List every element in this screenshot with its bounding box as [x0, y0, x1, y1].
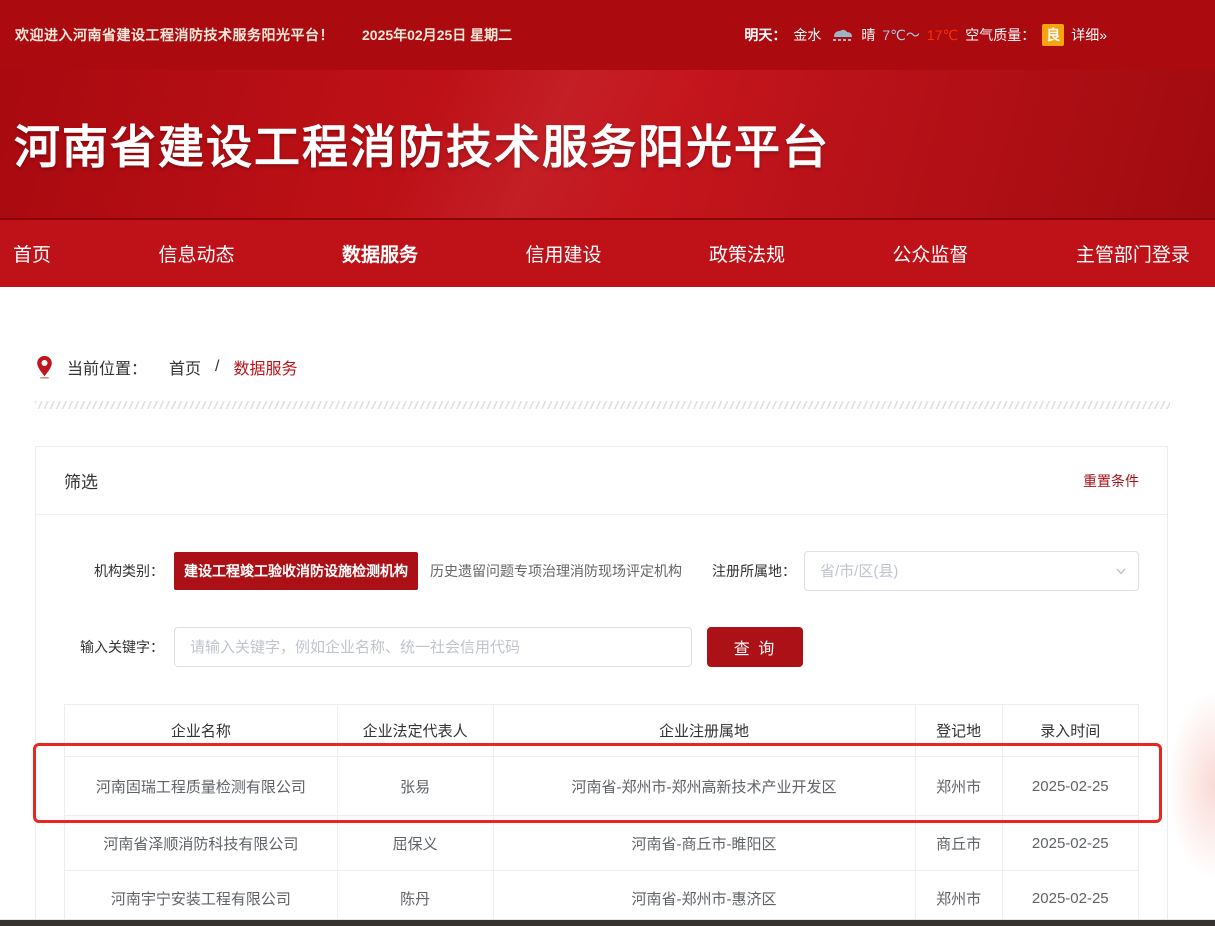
temp-high: 17℃	[927, 27, 958, 44]
region-filter-group: 注册所属地：	[712, 551, 1139, 591]
category-option-selected[interactable]: 建设工程竣工验收消防设施检测机构	[174, 552, 418, 590]
filter-row-category: 机构类别： 建设工程竣工验收消防设施检测机构 历史遗留问题专项治理消防现场评定机…	[64, 551, 1139, 591]
cell-registry-city: 郑州市	[915, 757, 1002, 816]
region-label: 注册所属地：	[712, 561, 796, 581]
search-button[interactable]: 查 询	[707, 627, 803, 667]
breadcrumb-label: 当前位置：	[67, 355, 147, 379]
table-row[interactable]: 河南省泽顺消防科技有限公司 屈保义 河南省-商丘市-睢阳区 商丘市 2025-0…	[65, 816, 1139, 871]
cell-representative: 陈丹	[337, 871, 493, 926]
site-masthead: 河南省建设工程消防技术服务阳光平台	[0, 70, 1215, 218]
category-label: 机构类别：	[64, 561, 164, 581]
nav-item-policy[interactable]: 政策法规	[709, 240, 785, 267]
nav-item-credit[interactable]: 信用建设	[525, 240, 601, 267]
air-quality-label: 空气质量：	[965, 25, 1035, 45]
temp-low: 7℃～	[882, 25, 920, 45]
col-header-company: 企业名称	[65, 705, 338, 757]
cell-company: 河南省泽顺消防科技有限公司	[65, 816, 338, 871]
table-header-row: 企业名称 企业法定代表人 企业注册属地 登记地 录入时间	[65, 705, 1139, 757]
cell-registered-location: 河南省-郑州市-郑州高新技术产业开发区	[493, 757, 915, 816]
cell-representative: 屈保义	[337, 816, 493, 871]
cell-registered-location: 河南省-郑州市-惠济区	[493, 871, 915, 926]
cell-entry-date: 2025-02-25	[1002, 816, 1138, 871]
weather-condition: 晴	[861, 25, 875, 45]
background-glow	[1167, 690, 1215, 880]
air-quality-badge: 良	[1042, 24, 1064, 46]
cell-entry-date: 2025-02-25	[1002, 757, 1138, 816]
weather-detail-link[interactable]: 详细»	[1071, 25, 1107, 45]
nav-item-home[interactable]: 首页	[13, 240, 51, 267]
decorative-slash-divider	[35, 401, 1170, 409]
nav-item-supervision[interactable]: 公众监督	[892, 240, 968, 267]
top-utility-bar: 欢迎进入河南省建设工程消防技术服务阳光平台！ 2025年02月25日 星期二 明…	[0, 0, 1215, 70]
breadcrumb-current: 数据服务	[233, 355, 297, 379]
table-row[interactable]: 河南宇宁安装工程有限公司 陈丹 河南省-郑州市-惠济区 郑州市 2025-02-…	[65, 871, 1139, 926]
cell-company: 河南宇宁安装工程有限公司	[65, 871, 338, 926]
cell-representative: 张易	[337, 757, 493, 816]
weather-district: 金水	[793, 25, 821, 45]
col-header-representative: 企业法定代表人	[337, 705, 493, 757]
breadcrumb-separator: /	[215, 358, 219, 376]
category-option-unselected[interactable]: 历史遗留问题专项治理消防现场评定机构	[430, 561, 682, 581]
nav-item-news[interactable]: 信息动态	[158, 240, 234, 267]
col-header-entry-date: 录入时间	[1002, 705, 1138, 757]
cell-entry-date: 2025-02-25	[1002, 871, 1138, 926]
main-nav: 首页 信息动态 数据服务 信用建设 政策法规 公众监督 主管部门登录	[0, 218, 1215, 287]
keyword-label: 输入关键字：	[64, 637, 164, 657]
col-header-registry-city: 登记地	[915, 705, 1002, 757]
breadcrumb-home-link[interactable]: 首页	[169, 355, 201, 379]
breadcrumb: 当前位置： 首页 / 数据服务	[36, 355, 1180, 379]
col-header-registered-location: 企业注册属地	[493, 705, 915, 757]
reset-filters-link[interactable]: 重置条件	[1083, 471, 1139, 491]
weather-widget: 明天： 金水 晴 7℃～ 17℃ 空气质量： 良 详细»	[744, 24, 1107, 46]
weather-tomorrow-label: 明天：	[744, 25, 786, 45]
region-select[interactable]	[804, 551, 1139, 591]
site-title: 河南省建设工程消防技术服务阳光平台	[0, 111, 830, 177]
location-pin-icon	[36, 355, 67, 379]
current-date: 2025年02月25日 星期二	[362, 25, 512, 45]
welcome-text: 欢迎进入河南省建设工程消防技术服务阳光平台！	[15, 25, 334, 45]
filter-card-header: 筛选 重置条件	[36, 447, 1167, 515]
filter-card: 筛选 重置条件 机构类别： 建设工程竣工验收消防设施检测机构 历史遗留问题专项治…	[35, 446, 1168, 926]
cloud-icon	[828, 25, 854, 45]
table-row[interactable]: 河南固瑞工程质量检测有限公司 张易 河南省-郑州市-郑州高新技术产业开发区 郑州…	[65, 757, 1139, 816]
footer-edge-strip	[0, 919, 1215, 926]
nav-item-admin-login[interactable]: 主管部门登录	[1076, 240, 1190, 267]
nav-item-data-service[interactable]: 数据服务	[342, 240, 418, 267]
filter-row-keyword: 输入关键字： 查 询	[64, 627, 1139, 667]
keyword-input[interactable]	[174, 627, 692, 667]
filter-card-body: 机构类别： 建设工程竣工验收消防设施检测机构 历史遗留问题专项治理消防现场评定机…	[36, 515, 1167, 926]
region-select-input[interactable]	[804, 551, 1139, 591]
cell-registry-city: 商丘市	[915, 816, 1002, 871]
results-table: 企业名称 企业法定代表人 企业注册属地 登记地 录入时间 河南固瑞工程质量检测有…	[64, 704, 1139, 926]
cell-company: 河南固瑞工程质量检测有限公司	[65, 757, 338, 816]
cell-registry-city: 郑州市	[915, 871, 1002, 926]
cell-registered-location: 河南省-商丘市-睢阳区	[493, 816, 915, 871]
filter-title: 筛选	[64, 468, 98, 493]
